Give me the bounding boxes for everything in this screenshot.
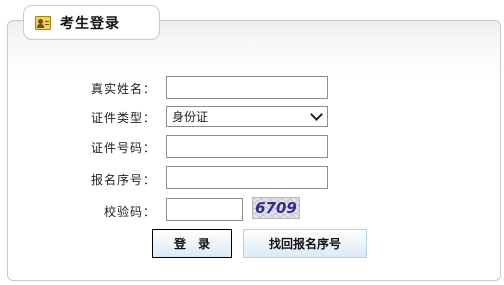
captcha-input[interactable] [166, 198, 243, 221]
chevron-down-icon [310, 108, 323, 121]
captcha-text: 6709 [255, 199, 297, 217]
captcha-label: 校验码： [103, 205, 156, 219]
id-number-input[interactable] [166, 135, 328, 158]
reg-number-label: 报名序号： [90, 173, 156, 187]
id-number-label: 证件号码： [90, 141, 156, 155]
id-type-selected-value: 身份证 [172, 110, 209, 124]
reg-number-input[interactable] [166, 166, 328, 189]
captcha-image[interactable]: 6709 [252, 197, 300, 219]
login-button[interactable]: 登录 [152, 229, 232, 258]
id-type-label: 证件类型： [90, 111, 156, 125]
name-input[interactable] [166, 76, 328, 99]
panel-header-tab: 考生登录 [23, 5, 160, 40]
id-type-select[interactable]: 身份证 [166, 106, 328, 127]
recover-reg-number-button[interactable]: 找回报名序号 [243, 229, 367, 258]
name-label: 真实姓名： [90, 82, 156, 96]
id-card-icon [35, 15, 51, 30]
page-title: 考生登录 [60, 15, 120, 32]
